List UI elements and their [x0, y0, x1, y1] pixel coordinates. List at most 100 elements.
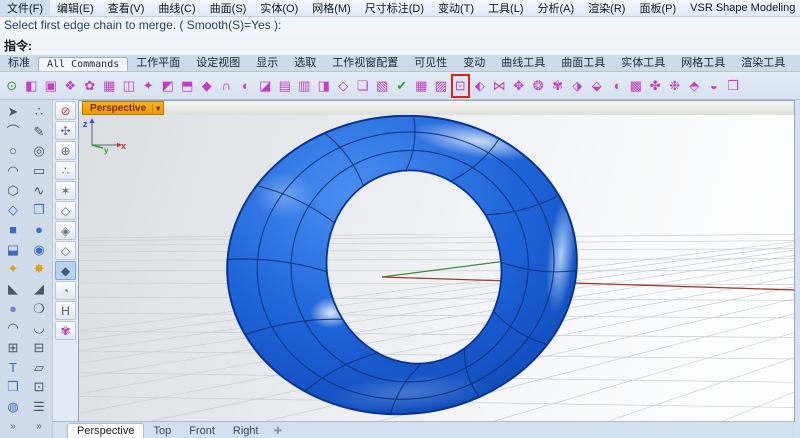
grid-surface-icon[interactable]: ▦ — [100, 74, 120, 98]
viewport-title-tab[interactable]: Perspective ▾ — [82, 101, 164, 115]
toolbar-tab[interactable]: 渲染工具 — [733, 53, 793, 71]
toolbar-tab[interactable]: 选取 — [286, 53, 324, 71]
sparkle-icon[interactable]: ✶ — [55, 181, 76, 200]
text-tool[interactable]: T — [9, 359, 17, 377]
menu-item[interactable]: 分析(A) — [531, 0, 582, 16]
split-tool[interactable]: ◢ — [34, 280, 44, 298]
overflow-left[interactable]: » — [10, 418, 16, 436]
ellipse-tool[interactable]: ◎ — [33, 142, 44, 160]
network-icon[interactable]: ▥ — [295, 74, 315, 98]
patch-icon[interactable]: ❖ — [61, 74, 81, 98]
circle-tool[interactable]: ○ — [9, 142, 17, 160]
fillet-surface-icon[interactable]: ◪ — [256, 74, 276, 98]
bucket-icon[interactable]: ◔ — [55, 281, 76, 300]
menu-item[interactable]: 文件(F) — [0, 0, 50, 16]
menu-item[interactable]: 变动(T) — [431, 0, 481, 16]
toolbar-tab[interactable]: 曲线工具 — [493, 53, 553, 71]
toolbar-tab[interactable]: 可见性 — [406, 53, 455, 71]
polygon-tool[interactable]: ⬡ — [7, 182, 18, 200]
flow-icon[interactable]: ⬙ — [587, 74, 607, 98]
toolbar-tab[interactable]: 网格工具 — [673, 53, 733, 71]
untrim-icon[interactable]: ◇ — [334, 74, 354, 98]
disk-tool[interactable]: ◍ — [7, 398, 18, 416]
sphere-tool[interactable]: ● — [35, 221, 43, 239]
add-view-button[interactable]: ✚ — [268, 425, 288, 438]
chamfer-tool[interactable]: ❍ — [33, 300, 45, 318]
wire-cube-icon[interactable]: ◇ — [55, 201, 76, 220]
menu-item[interactable]: 编辑(E) — [50, 0, 101, 16]
toolbar-tab[interactable]: 工作平面 — [128, 53, 188, 71]
toolbar-tab[interactable]: 曲面工具 — [553, 53, 613, 71]
power-icon[interactable]: ⊙ — [2, 74, 22, 98]
dock-tool[interactable]: ☰ — [33, 398, 45, 416]
flower-icon[interactable]: ✾ — [548, 74, 568, 98]
rectangle-tool[interactable]: ▭ — [33, 162, 45, 180]
arc-blend-tool[interactable]: ◡ — [33, 319, 44, 337]
viewport-canvas[interactable]: z y x — [79, 115, 794, 421]
symmetry-icon[interactable]: ⋈ — [490, 74, 510, 98]
view-tab-perspective[interactable]: Perspective — [67, 423, 144, 438]
polyline-tool[interactable]: ⌒ — [6, 123, 19, 141]
menu-item[interactable]: 网格(M) — [305, 0, 358, 16]
solid-icon[interactable]: ▣ — [41, 74, 61, 98]
divide-icon[interactable]: ▦ — [412, 74, 432, 98]
plane-tool[interactable]: ❐ — [33, 201, 45, 219]
half-icon[interactable]: ◖ — [607, 74, 627, 98]
globe-icon[interactable]: ⊕ — [55, 141, 76, 160]
sweep-icon[interactable]: ✦ — [139, 74, 159, 98]
twist-icon[interactable]: ⬗ — [568, 74, 588, 98]
menu-item[interactable]: 面板(P) — [632, 0, 683, 16]
merge-edge-icon[interactable]: ⊡ — [451, 74, 471, 98]
offset-icon[interactable]: ◐ — [236, 74, 256, 98]
surface-tool[interactable]: ◇ — [8, 201, 18, 219]
toolbar-tab[interactable]: 工作视窗配置 — [324, 53, 406, 71]
star-icon[interactable]: ✤ — [646, 74, 666, 98]
sheet-icon[interactable]: ❒ — [724, 74, 744, 98]
view-tab-top[interactable]: Top — [144, 424, 180, 438]
select-tool[interactable]: ➤ — [8, 103, 19, 121]
blend-curve-tool[interactable]: ◠ — [7, 319, 18, 337]
extrude-icon[interactable]: ◩ — [158, 74, 178, 98]
shrink-icon[interactable]: ▨ — [431, 74, 451, 98]
join-edge-icon[interactable]: ⬖ — [470, 74, 490, 98]
box-tool[interactable]: ■ — [9, 221, 17, 239]
ungroup-tool[interactable]: ⊟ — [34, 339, 45, 357]
boolean-tool[interactable]: ✦ — [8, 260, 19, 278]
overflow-right[interactable]: » — [36, 418, 42, 436]
array-icon[interactable]: ✥ — [509, 74, 529, 98]
control-curve-tool[interactable]: ✎ — [34, 123, 45, 141]
menu-item[interactable]: 实体(O) — [253, 0, 305, 16]
match-icon[interactable]: ▧ — [373, 74, 393, 98]
blend-icon[interactable]: ◆ — [197, 74, 217, 98]
menu-item[interactable]: 查看(V) — [101, 0, 152, 16]
fillet-tool[interactable]: ● — [9, 300, 17, 318]
radial-icon[interactable]: ❂ — [529, 74, 549, 98]
menu-item[interactable]: 曲面(S) — [203, 0, 254, 16]
chevron-down-icon[interactable]: ▾ — [152, 104, 160, 113]
dome-icon[interactable]: ◒ — [704, 74, 724, 98]
plane-cut-tool[interactable]: ▱ — [34, 359, 44, 377]
toolbar-tab[interactable]: 变动 — [455, 53, 493, 71]
freeform-tool[interactable]: ∿ — [34, 182, 45, 200]
disable-icon[interactable]: ⊘ — [55, 101, 76, 120]
menu-item[interactable]: 尺寸标注(D) — [358, 0, 431, 16]
ghost-cube-icon[interactable]: ◇ — [55, 241, 76, 260]
planar-icon[interactable]: ▤ — [275, 74, 295, 98]
revolve-icon[interactable]: ✿ — [80, 74, 100, 98]
corner-icon[interactable]: ⬘ — [685, 74, 705, 98]
surface-icon[interactable]: ◧ — [22, 74, 42, 98]
view-tab-front[interactable]: Front — [180, 424, 224, 438]
fan-icon[interactable]: ✣ — [55, 121, 76, 140]
menu-item[interactable]: 渲染(R) — [581, 0, 632, 16]
toolbar-tab[interactable]: 实体工具 — [613, 53, 673, 71]
paste-tool[interactable]: ⊡ — [34, 378, 45, 396]
loft-icon[interactable]: ◫ — [119, 74, 139, 98]
explode-tool[interactable]: ✸ — [34, 260, 45, 278]
arch-icon[interactable]: ∩ — [217, 74, 237, 98]
menu-item[interactable]: VSR Shape Modeling — [683, 2, 800, 14]
cap-icon[interactable]: ⬒ — [178, 74, 198, 98]
gear-icon[interactable]: ✾ — [55, 321, 76, 340]
molecule-icon[interactable]: ∴ — [55, 161, 76, 180]
view-tab-right[interactable]: Right — [224, 424, 268, 438]
toolbar-tab[interactable]: 设定视图 — [188, 53, 248, 71]
